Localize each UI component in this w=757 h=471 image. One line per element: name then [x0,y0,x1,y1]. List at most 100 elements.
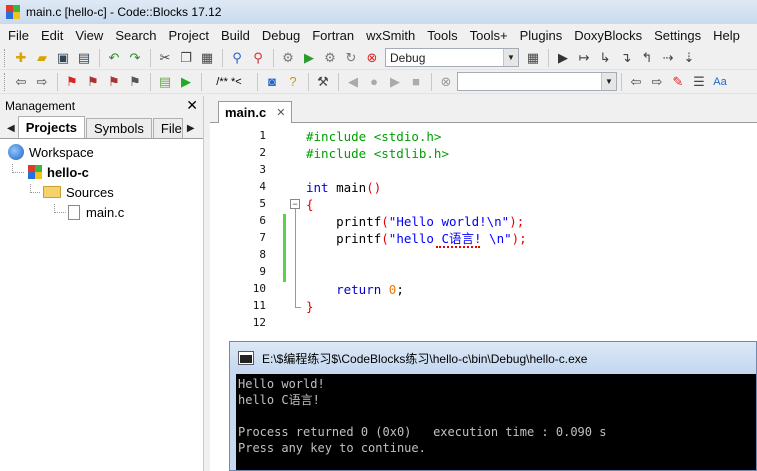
open-html-icon[interactable]: ◙ [262,72,282,92]
tree-item-project[interactable]: hello-c [12,163,89,181]
tab-main-c[interactable]: main.c ✕ [218,101,293,123]
run-to-cursor-icon[interactable]: ↦ [574,48,594,68]
menu-search[interactable]: Search [109,28,162,43]
step-into-instruction-icon[interactable]: ⇣ [679,48,699,68]
new-file-icon[interactable]: ✚ [11,48,31,68]
menu-doxyblocks[interactable]: DoxyBlocks [568,28,648,43]
toolbar-grip[interactable] [4,72,7,91]
menu-plugins[interactable]: Plugins [514,28,569,43]
menu-tools-plus[interactable]: Tools+ [464,28,514,43]
menu-help[interactable]: Help [707,28,746,43]
menu-project[interactable]: Project [163,28,215,43]
paste-icon[interactable]: ▦ [197,48,217,68]
console-output[interactable]: Hello world! hello C语言! Process returned… [236,374,756,470]
menu-edit[interactable]: Edit [35,28,69,43]
tree-item-main-c[interactable]: main.c [54,203,124,221]
step-into-icon[interactable]: ↴ [616,48,636,68]
tab-symbols[interactable]: Symbols [86,118,152,138]
build-target-select[interactable]: Debug ▼ [385,48,519,67]
tree-line-icon [30,183,40,193]
open-folder-icon[interactable]: ▰ [32,48,52,68]
jump-forward-icon[interactable]: ⇨ [32,72,52,92]
console-title-bar[interactable]: E:\$编程练习$\CodeBlocks练习\hello-c\bin\Debug… [230,342,756,374]
save-all-icon[interactable]: ▤ [74,48,94,68]
toggle-bookmark-icon[interactable]: ⚑ [62,72,82,92]
build-and-run-icon[interactable]: ⚙ [320,48,340,68]
copy-icon[interactable]: ❐ [176,48,196,68]
code-line-11: } [306,299,314,314]
console-window[interactable]: E:\$编程练习$\CodeBlocks练习\hello-c\bin\Debug… [229,341,757,471]
run-icon[interactable]: ▶ [299,48,319,68]
tools-wrench-icon[interactable]: ⚒ [313,72,333,92]
printf-call: printf [306,214,382,229]
close-tab-icon[interactable]: ✕ [276,106,285,119]
menu-settings[interactable]: Settings [648,28,707,43]
debug-forward-icon[interactable]: ▶ [385,72,405,92]
tab-projects[interactable]: Projects [17,116,86,138]
next-instruction-icon[interactable]: ⇢ [658,48,678,68]
chevron-down-icon[interactable]: ▼ [503,49,518,66]
menu-tools[interactable]: Tools [421,28,463,43]
tab-files[interactable]: Files [152,118,183,138]
help-icon[interactable]: ? [283,72,303,92]
debug-watch-icon[interactable]: ● [364,72,384,92]
paren-close: ); [511,231,527,246]
doxywizard-icon[interactable]: ▤ [155,72,175,92]
step-out-icon[interactable]: ↰ [637,48,657,68]
fold-collapse-icon[interactable]: − [290,199,300,209]
line-number: 9 [259,265,266,278]
tab-scroll-left-icon[interactable]: ◀ [4,118,18,138]
debug-toggle-breakpoint-icon[interactable]: ◀ [343,72,363,92]
menu-build[interactable]: Build [215,28,256,43]
menu-view[interactable]: View [69,28,109,43]
code-line-1: #include <stdio.h> [306,129,442,144]
menu-wxsmith[interactable]: wxSmith [360,28,421,43]
tree-line-icon [54,203,66,213]
extract-docs-icon[interactable]: ▶ [176,72,196,92]
clear-search-icon[interactable]: ⊗ [436,72,456,92]
code-search-select[interactable]: ▼ [457,72,617,91]
close-icon[interactable]: ✕ [186,97,198,114]
line-number: 12 [252,316,266,329]
code-line-2: #include <stdlib.h> [306,146,449,161]
management-tabs: ◀ Projects Symbols Files ▶ [0,115,203,139]
debug-stop-icon[interactable]: ■ [406,72,426,92]
spellcheck-underline [436,246,480,248]
next-bookmark-icon[interactable]: ⚑ [104,72,124,92]
search-back-icon[interactable]: ⇦ [626,72,646,92]
next-line-icon[interactable]: ↳ [595,48,615,68]
clear-bookmarks-icon[interactable]: ⚑ [125,72,145,92]
tree-item-workspace[interactable]: Workspace [8,143,94,161]
chevron-down-icon[interactable]: ▼ [601,73,616,90]
toolbar-grip[interactable] [4,48,7,67]
undo-icon[interactable]: ↶ [104,48,124,68]
redo-icon[interactable]: ↷ [125,48,145,68]
target-dialog-icon[interactable]: ▦ [523,48,543,68]
window-title: main.c [hello-c] - Code::Blocks 17.12 [26,5,222,19]
prev-bookmark-icon[interactable]: ⚑ [83,72,103,92]
separator [273,48,274,67]
console-line: hello C语言! [238,393,320,407]
debug-start-icon[interactable]: ▶ [553,48,573,68]
find-icon[interactable]: ⚲ [227,48,247,68]
menu-fortran[interactable]: Fortran [306,28,360,43]
cut-icon[interactable]: ✂ [155,48,175,68]
menu-debug[interactable]: Debug [256,28,306,43]
folder-open-icon [43,186,61,198]
match-case-icon[interactable]: Aa [710,72,730,92]
replace-icon[interactable]: ⚲ [248,48,268,68]
abort-icon[interactable]: ⊗ [362,48,382,68]
search-forward-icon[interactable]: ⇨ [647,72,667,92]
save-icon[interactable]: ▣ [53,48,73,68]
tree-item-sources[interactable]: Sources [30,183,114,201]
menu-file[interactable]: File [2,28,35,43]
block-comment-button[interactable]: /** *< [206,72,252,92]
jump-back-icon[interactable]: ⇦ [11,72,31,92]
tab-scroll-right-icon[interactable]: ▶ [184,118,198,138]
console-line: Hello world! [238,377,325,391]
selected-text-icon[interactable]: ☰ [689,72,709,92]
highlight-icon[interactable]: ✎ [668,72,688,92]
rebuild-icon[interactable]: ↻ [341,48,361,68]
build-gear-icon[interactable]: ⚙ [278,48,298,68]
